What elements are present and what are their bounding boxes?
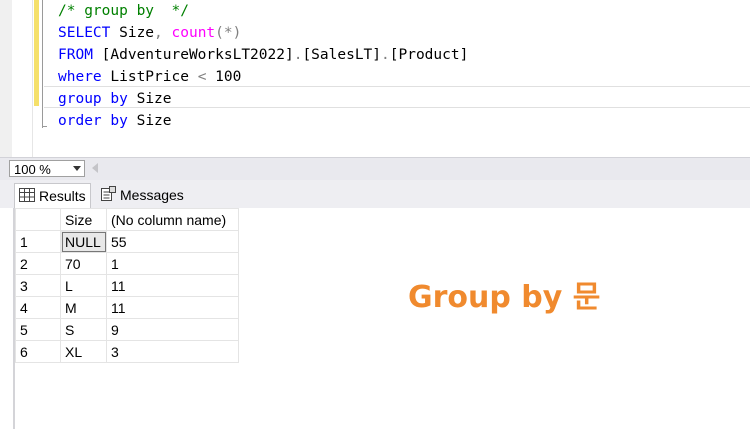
tab-results[interactable]: Results (14, 183, 91, 208)
code-token: SELECT (58, 25, 111, 41)
grid-header-row: Size (No column name) (15, 208, 239, 231)
column-header-count[interactable]: (No column name) (106, 208, 239, 231)
code-token: FROM (58, 47, 93, 63)
size-cell[interactable]: M (60, 296, 107, 319)
table-row[interactable]: 3 L 11 (15, 274, 239, 297)
code-token: [SalesLT] (302, 47, 382, 63)
code-token: . (381, 47, 390, 63)
code-token: , (154, 25, 163, 41)
code-line[interactable]: SELECT Size, count(*) (58, 22, 468, 44)
code-outline-end (42, 126, 47, 127)
messages-icon (100, 185, 116, 205)
code-token: ListPrice (101, 69, 198, 85)
code-token: group (58, 91, 102, 107)
count-cell[interactable]: 1 (106, 252, 239, 275)
code-token: [AdventureWorksLT2022] (101, 47, 294, 63)
size-cell[interactable]: XL (60, 340, 107, 363)
size-cell[interactable]: NULL (60, 230, 107, 253)
tab-messages-label: Messages (120, 187, 184, 203)
code-token: count (171, 25, 216, 41)
tab-results-label: Results (39, 188, 86, 204)
code-token: (*) (215, 25, 242, 41)
count-cell[interactable]: 55 (106, 230, 239, 253)
scroll-left-arrow-icon[interactable] (92, 163, 98, 173)
table-row[interactable]: 6 XL 3 (15, 340, 239, 363)
code-line[interactable]: order by Size (58, 110, 468, 132)
table-row[interactable]: 2 70 1 (15, 252, 239, 275)
code-token: 100 (206, 69, 242, 85)
editor-left-margin (0, 0, 12, 157)
count-cell[interactable]: 11 (106, 274, 239, 297)
count-cell[interactable]: 9 (106, 318, 239, 341)
row-number-cell[interactable]: 1 (15, 230, 61, 253)
table-row[interactable]: 1 NULL 55 (15, 230, 239, 253)
size-cell[interactable]: L (60, 274, 107, 297)
zoom-dropdown[interactable]: 100 % (9, 160, 85, 177)
row-number-cell[interactable]: 2 (15, 252, 61, 275)
overlay-title: Group by 문 (408, 280, 601, 315)
tab-messages[interactable]: Messages (96, 183, 188, 207)
results-grid[interactable]: Size (No column name) 1 NULL 55 2 70 1 3 L 11 4 M 1… (15, 208, 239, 363)
results-pane: Size (No column name) 1 NULL 55 2 70 1 3 L 11 4 M 1… (0, 208, 750, 429)
change-tracking-marker (34, 0, 39, 106)
table-row[interactable]: 4 M 11 (15, 296, 239, 319)
code-token: order (58, 113, 102, 129)
row-number-header[interactable] (15, 208, 61, 231)
row-number-cell[interactable]: 4 (15, 296, 61, 319)
code-token: Size (127, 113, 172, 129)
count-cell[interactable]: 11 (106, 296, 239, 319)
code-line[interactable]: /* group by */ (58, 0, 468, 22)
count-cell[interactable]: 3 (106, 340, 239, 363)
table-row[interactable]: 5S9 (15, 318, 239, 341)
code-token: /* group by */ (58, 3, 189, 19)
code-token: Size (110, 25, 155, 41)
query-editor[interactable]: /* group by */SELECT Size, count(*) FROM … (0, 0, 750, 157)
row-number-cell[interactable]: 3 (15, 274, 61, 297)
code-line[interactable]: FROM [AdventureWorksLT2022].[SalesLT].[P… (58, 44, 468, 66)
chevron-down-icon (73, 166, 81, 171)
sql-code[interactable]: /* group by */SELECT Size, count(*) FROM … (58, 0, 468, 132)
row-number-cell[interactable]: 6 (15, 340, 61, 363)
code-token: where (58, 69, 102, 85)
results-tabs: Results Messages (0, 180, 750, 209)
row-number-cell[interactable]: 5 (15, 318, 61, 341)
code-token: [Product] (389, 47, 469, 63)
zoom-value: 100 % (14, 162, 51, 177)
size-cell[interactable]: 70 (60, 252, 107, 275)
code-line[interactable]: group by Size (58, 88, 468, 110)
code-token: Size (127, 91, 172, 107)
column-header-size[interactable]: Size (60, 208, 107, 231)
editor-gutter-divider (32, 0, 33, 157)
code-outline-bar (42, 0, 43, 128)
size-cell[interactable]: S (60, 318, 107, 341)
code-token: by (110, 113, 128, 129)
zoom-bar: 100 % (0, 157, 750, 180)
code-line[interactable]: where ListPrice < 100 (58, 66, 468, 88)
code-token: by (110, 91, 128, 107)
grid-icon (19, 187, 35, 205)
